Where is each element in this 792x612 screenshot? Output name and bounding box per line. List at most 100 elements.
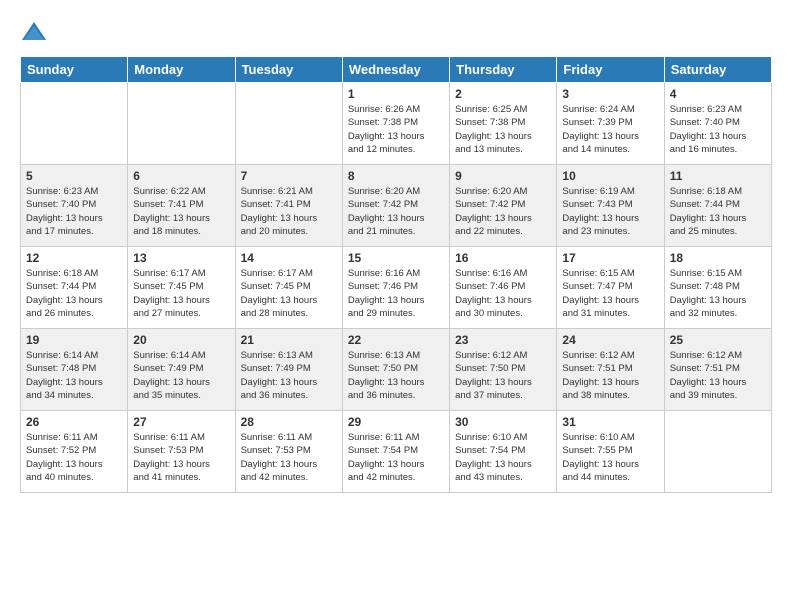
week-row-5: 26Sunrise: 6:11 AM Sunset: 7:52 PM Dayli… (21, 411, 772, 493)
day-info: Sunrise: 6:18 AM Sunset: 7:44 PM Dayligh… (26, 267, 122, 320)
day-info: Sunrise: 6:11 AM Sunset: 7:53 PM Dayligh… (133, 431, 229, 484)
day-number: 27 (133, 415, 229, 429)
day-number: 24 (562, 333, 658, 347)
day-number: 10 (562, 169, 658, 183)
col-header-sunday: Sunday (21, 57, 128, 83)
day-number: 5 (26, 169, 122, 183)
day-cell: 21 Sunrise: 6:13 AM Sunset: 7:49 PM Dayli… (235, 329, 342, 411)
day-cell: 31Sunrise: 6:10 AM Sunset: 7:55 PM Dayli… (557, 411, 664, 493)
day-number: 11 (670, 169, 766, 183)
day-info: Sunrise: 6:14 AM Sunset: 7:49 PM Dayligh… (133, 349, 229, 402)
day-cell: 9 Sunrise: 6:20 AM Sunset: 7:42 PM Daylig… (450, 165, 557, 247)
logo-icon (20, 18, 48, 46)
day-number: 8 (348, 169, 444, 183)
day-info: Sunrise: 6:13 AM Sunset: 7:50 PM Dayligh… (348, 349, 444, 402)
day-info: Sunrise: 6:13 AM Sunset: 7:49 PM Dayligh… (241, 349, 337, 402)
day-info: Sunrise: 6:23 AM Sunset: 7:40 PM Dayligh… (26, 185, 122, 238)
day-info: Sunrise: 6:26 AM Sunset: 7:38 PM Dayligh… (348, 103, 444, 156)
day-number: 12 (26, 251, 122, 265)
day-info: Sunrise: 6:15 AM Sunset: 7:47 PM Dayligh… (562, 267, 658, 320)
week-row-1: 1 Sunrise: 6:26 AM Sunset: 7:38 PM Daylig… (21, 83, 772, 165)
logo (20, 18, 52, 46)
day-cell: 26Sunrise: 6:11 AM Sunset: 7:52 PM Dayli… (21, 411, 128, 493)
day-number: 23 (455, 333, 551, 347)
day-info: Sunrise: 6:10 AM Sunset: 7:55 PM Dayligh… (562, 431, 658, 484)
day-info: Sunrise: 6:11 AM Sunset: 7:53 PM Dayligh… (241, 431, 337, 484)
day-number: 4 (670, 87, 766, 101)
day-info: Sunrise: 6:11 AM Sunset: 7:54 PM Dayligh… (348, 431, 444, 484)
day-cell (664, 411, 771, 493)
day-info: Sunrise: 6:10 AM Sunset: 7:54 PM Dayligh… (455, 431, 551, 484)
day-number: 2 (455, 87, 551, 101)
day-info: Sunrise: 6:23 AM Sunset: 7:40 PM Dayligh… (670, 103, 766, 156)
day-cell: 25Sunrise: 6:12 AM Sunset: 7:51 PM Dayli… (664, 329, 771, 411)
day-cell: 4 Sunrise: 6:23 AM Sunset: 7:40 PM Daylig… (664, 83, 771, 165)
day-cell (21, 83, 128, 165)
calendar-header-row: SundayMondayTuesdayWednesdayThursdayFrid… (21, 57, 772, 83)
day-number: 7 (241, 169, 337, 183)
day-number: 19 (26, 333, 122, 347)
col-header-thursday: Thursday (450, 57, 557, 83)
day-cell: 6Sunrise: 6:22 AM Sunset: 7:41 PM Daylig… (128, 165, 235, 247)
page: SundayMondayTuesdayWednesdayThursdayFrid… (0, 0, 792, 612)
day-cell: 22 Sunrise: 6:13 AM Sunset: 7:50 PM Dayli… (342, 329, 449, 411)
day-number: 1 (348, 87, 444, 101)
day-cell: 11 Sunrise: 6:18 AM Sunset: 7:44 PM Dayli… (664, 165, 771, 247)
day-info: Sunrise: 6:19 AM Sunset: 7:43 PM Dayligh… (562, 185, 658, 238)
day-info: Sunrise: 6:22 AM Sunset: 7:41 PM Dayligh… (133, 185, 229, 238)
day-number: 21 (241, 333, 337, 347)
week-row-4: 19 Sunrise: 6:14 AM Sunset: 7:48 PM Dayli… (21, 329, 772, 411)
day-info: Sunrise: 6:18 AM Sunset: 7:44 PM Dayligh… (670, 185, 766, 238)
day-cell: 23Sunrise: 6:12 AM Sunset: 7:50 PM Dayli… (450, 329, 557, 411)
day-cell: 1 Sunrise: 6:26 AM Sunset: 7:38 PM Daylig… (342, 83, 449, 165)
day-cell: 27 Sunrise: 6:11 AM Sunset: 7:53 PM Dayli… (128, 411, 235, 493)
day-cell: 5 Sunrise: 6:23 AM Sunset: 7:40 PM Daylig… (21, 165, 128, 247)
week-row-2: 5 Sunrise: 6:23 AM Sunset: 7:40 PM Daylig… (21, 165, 772, 247)
col-header-monday: Monday (128, 57, 235, 83)
day-number: 29 (348, 415, 444, 429)
day-number: 15 (348, 251, 444, 265)
day-info: Sunrise: 6:20 AM Sunset: 7:42 PM Dayligh… (455, 185, 551, 238)
day-cell: 12 Sunrise: 6:18 AM Sunset: 7:44 PM Dayli… (21, 247, 128, 329)
day-cell: 16 Sunrise: 6:16 AM Sunset: 7:46 PM Dayli… (450, 247, 557, 329)
col-header-saturday: Saturday (664, 57, 771, 83)
day-cell: 24 Sunrise: 6:12 AM Sunset: 7:51 PM Dayli… (557, 329, 664, 411)
day-info: Sunrise: 6:21 AM Sunset: 7:41 PM Dayligh… (241, 185, 337, 238)
day-info: Sunrise: 6:15 AM Sunset: 7:48 PM Dayligh… (670, 267, 766, 320)
day-cell: 28 Sunrise: 6:11 AM Sunset: 7:53 PM Dayli… (235, 411, 342, 493)
day-info: Sunrise: 6:11 AM Sunset: 7:52 PM Dayligh… (26, 431, 122, 484)
day-info: Sunrise: 6:24 AM Sunset: 7:39 PM Dayligh… (562, 103, 658, 156)
header (20, 18, 772, 46)
day-cell: 2 Sunrise: 6:25 AM Sunset: 7:38 PM Daylig… (450, 83, 557, 165)
day-number: 20 (133, 333, 229, 347)
day-cell: 14 Sunrise: 6:17 AM Sunset: 7:45 PM Dayli… (235, 247, 342, 329)
day-number: 30 (455, 415, 551, 429)
day-number: 9 (455, 169, 551, 183)
col-header-friday: Friday (557, 57, 664, 83)
day-info: Sunrise: 6:12 AM Sunset: 7:51 PM Dayligh… (562, 349, 658, 402)
day-cell: 17 Sunrise: 6:15 AM Sunset: 7:47 PM Dayli… (557, 247, 664, 329)
day-info: Sunrise: 6:25 AM Sunset: 7:38 PM Dayligh… (455, 103, 551, 156)
day-cell: 19 Sunrise: 6:14 AM Sunset: 7:48 PM Dayli… (21, 329, 128, 411)
day-number: 28 (241, 415, 337, 429)
day-cell: 10 Sunrise: 6:19 AM Sunset: 7:43 PM Dayli… (557, 165, 664, 247)
day-info: Sunrise: 6:17 AM Sunset: 7:45 PM Dayligh… (133, 267, 229, 320)
day-info: Sunrise: 6:20 AM Sunset: 7:42 PM Dayligh… (348, 185, 444, 238)
day-cell: 30 Sunrise: 6:10 AM Sunset: 7:54 PM Dayli… (450, 411, 557, 493)
day-number: 16 (455, 251, 551, 265)
day-number: 22 (348, 333, 444, 347)
day-number: 3 (562, 87, 658, 101)
day-info: Sunrise: 6:17 AM Sunset: 7:45 PM Dayligh… (241, 267, 337, 320)
day-info: Sunrise: 6:16 AM Sunset: 7:46 PM Dayligh… (455, 267, 551, 320)
day-info: Sunrise: 6:16 AM Sunset: 7:46 PM Dayligh… (348, 267, 444, 320)
day-cell: 8 Sunrise: 6:20 AM Sunset: 7:42 PM Daylig… (342, 165, 449, 247)
day-cell (128, 83, 235, 165)
day-number: 17 (562, 251, 658, 265)
day-info: Sunrise: 6:14 AM Sunset: 7:48 PM Dayligh… (26, 349, 122, 402)
day-cell: 15 Sunrise: 6:16 AM Sunset: 7:46 PM Dayli… (342, 247, 449, 329)
day-cell (235, 83, 342, 165)
week-row-3: 12 Sunrise: 6:18 AM Sunset: 7:44 PM Dayli… (21, 247, 772, 329)
day-number: 14 (241, 251, 337, 265)
day-cell: 13Sunrise: 6:17 AM Sunset: 7:45 PM Dayli… (128, 247, 235, 329)
day-cell: 29 Sunrise: 6:11 AM Sunset: 7:54 PM Dayli… (342, 411, 449, 493)
